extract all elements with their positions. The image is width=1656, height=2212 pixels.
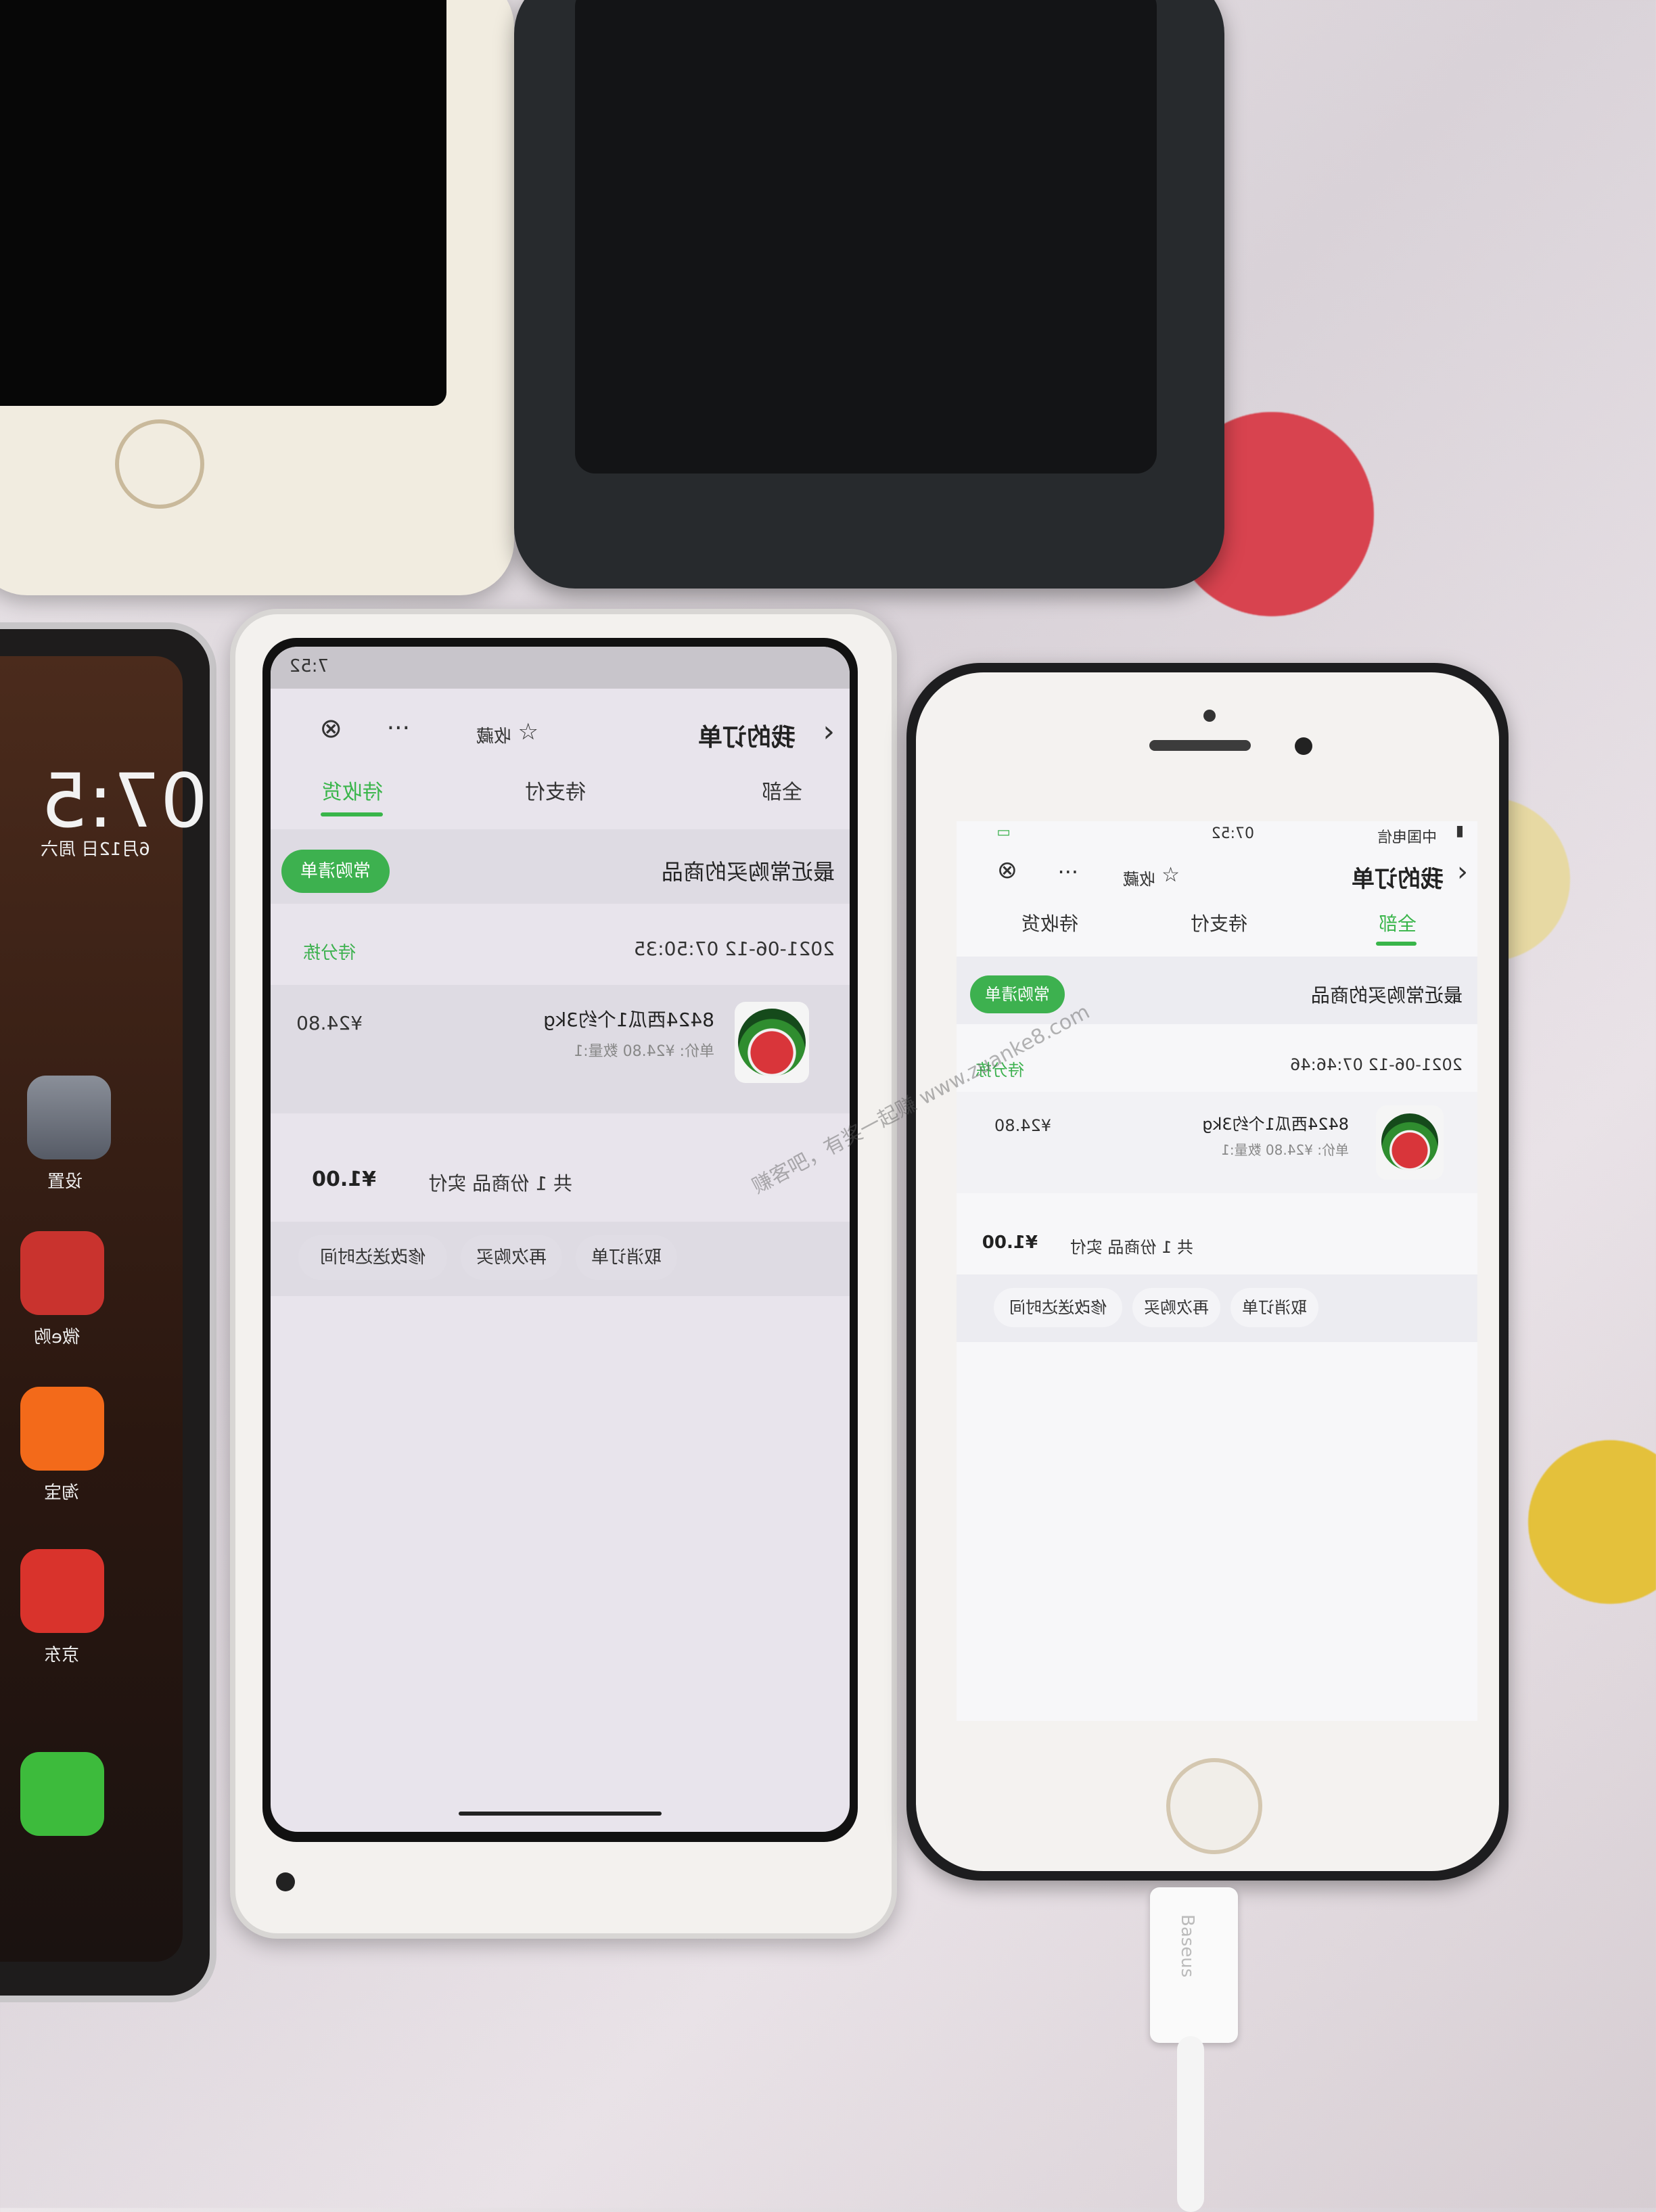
tab-pending-payment[interactable]: 待支付 [1191, 909, 1247, 936]
product-thumbnail[interactable] [735, 1002, 809, 1083]
active-tab-underline [321, 812, 383, 816]
phone-b: 07:52 中国电信 ▮ ▭ ‹ 我的订单 ☆ 收藏 ··· ⊗ 全部 待支付 … [906, 663, 1509, 1881]
paid-amount: ¥1.00 [312, 1168, 376, 1191]
frequent-list-pill[interactable]: 常购清单 [281, 850, 390, 893]
product-name: 8424西瓜1个约3kg [1202, 1115, 1349, 1134]
product-price: ¥24.80 [994, 1116, 1051, 1135]
cable-brand-text: Baseus [1177, 1914, 1197, 1978]
phone-screen-off [0, 0, 446, 406]
home-button[interactable] [1166, 1758, 1262, 1854]
tab-all[interactable]: 全部 [762, 775, 802, 805]
watermelon-image [738, 1009, 806, 1076]
product-meta: 单价: ¥24.80 数量:1 [574, 1043, 714, 1060]
battery-icon: ▭ [996, 824, 1011, 841]
status-time: 07:52 [1211, 825, 1254, 842]
change-delivery-time-button[interactable]: 修改送达时间 [298, 1235, 447, 1280]
order-status: 待分拣 [302, 943, 356, 963]
gesture-bar [459, 1812, 662, 1816]
tab-all[interactable]: 全部 [1379, 909, 1417, 936]
phone-top-left [0, 0, 514, 595]
product-price: ¥24.80 [296, 1012, 363, 1034]
close-circle-icon[interactable]: ⊗ [997, 856, 1017, 884]
phone-b-screen: 07:52 中国电信 ▮ ▭ ‹ 我的订单 ☆ 收藏 ··· ⊗ 全部 待支付 … [957, 821, 1477, 1721]
back-chevron-icon[interactable]: ‹ [1457, 856, 1468, 888]
recent-products-title: 最近常购买的商品 [661, 859, 835, 885]
lock-time: 07:5 [41, 758, 208, 844]
phone-a: 7:52 ‹ 我的订单 ☆ 收藏 ··· ⊗ 全部 待支付 待收货 最近常购买的… [230, 609, 897, 1939]
order-time: 2021-06-12 07:50:35 [633, 938, 835, 960]
front-camera [276, 1872, 295, 1891]
taobao-app-icon[interactable] [20, 1387, 104, 1471]
tab-pending-payment[interactable]: 待支付 [525, 775, 586, 805]
cancel-order-button[interactable]: 取消订单 [576, 1235, 677, 1280]
weibo-label: 微e购 [34, 1327, 80, 1347]
close-circle-icon[interactable]: ⊗ [319, 713, 342, 744]
proximity-sensor [1203, 710, 1216, 722]
order-summary: 共 1 份商品 实付 [1070, 1238, 1193, 1257]
product-thumbnail[interactable] [1376, 1105, 1444, 1180]
star-icon[interactable]: ☆ [518, 718, 538, 745]
usb-cable-wire [1177, 2036, 1204, 2212]
jd-label: 京东 [44, 1645, 80, 1665]
taobao-label: 淘宝 [44, 1483, 80, 1503]
order-page: 07:52 中国电信 ▮ ▭ ‹ 我的订单 ☆ 收藏 ··· ⊗ 全部 待支付 … [957, 821, 1477, 1721]
change-delivery-time-button[interactable]: 修改送达时间 [994, 1288, 1122, 1327]
frequent-list-pill[interactable]: 常购清单 [970, 975, 1065, 1013]
favorite-label[interactable]: 收藏 [1123, 866, 1155, 890]
tab-pending-delivery[interactable]: 待收货 [1021, 909, 1078, 936]
page-title: 我的订单 [697, 724, 796, 752]
phone-b-front: 07:52 中国电信 ▮ ▭ ‹ 我的订单 ☆ 收藏 ··· ⊗ 全部 待支付 … [916, 672, 1499, 1871]
status-time: 7:52 [289, 656, 329, 676]
cancel-order-button[interactable]: 取消订单 [1230, 1288, 1318, 1327]
lock-date: 6月12日 周六 [41, 839, 150, 860]
tab-pending-delivery[interactable]: 待收货 [322, 775, 383, 805]
settings-gear-icon[interactable] [27, 1076, 111, 1159]
order-summary: 共 1 份商品 实付 [428, 1172, 572, 1195]
signal-icon: ▮ [1455, 823, 1464, 839]
watermelon-image [1381, 1113, 1438, 1170]
more-icon[interactable]: ··· [387, 714, 410, 742]
phone-screen-off [575, 0, 1157, 474]
front-camera [1295, 737, 1312, 755]
recent-products-title: 最近常购买的商品 [1310, 984, 1463, 1007]
phone-top-middle [514, 0, 1224, 589]
usb-cable-plug: Baseus [1150, 1887, 1238, 2043]
weibo-app-icon[interactable] [20, 1231, 104, 1315]
product-name: 8424西瓜1个约3kg [543, 1009, 714, 1031]
order-time: 2021-06-12 07:46:46 [1290, 1055, 1463, 1074]
star-icon[interactable]: ☆ [1162, 863, 1180, 887]
paid-amount: ¥1.00 [982, 1232, 1038, 1253]
buy-again-button[interactable]: 再次购买 [461, 1235, 562, 1280]
home-button [115, 419, 204, 509]
jd-app-icon[interactable] [20, 1549, 104, 1633]
settings-label: 设置 [47, 1172, 83, 1192]
favorite-label[interactable]: 收藏 [476, 722, 511, 747]
page-title: 我的订单 [1352, 866, 1444, 893]
wechat-app-icon[interactable] [20, 1752, 104, 1836]
product-meta: 单价: ¥24.80 数量:1 [1221, 1142, 1349, 1158]
more-icon[interactable]: ··· [1057, 859, 1078, 885]
phone-a-screen: 7:52 ‹ 我的订单 ☆ 收藏 ··· ⊗ 全部 待支付 待收货 最近常购买的… [271, 647, 850, 1832]
buy-again-button[interactable]: 再次购买 [1132, 1288, 1220, 1327]
earpiece-speaker [1149, 740, 1251, 751]
order-page: 7:52 ‹ 我的订单 ☆ 收藏 ··· ⊗ 全部 待支付 待收货 最近常购买的… [271, 647, 850, 1832]
back-chevron-icon[interactable]: ‹ [823, 714, 835, 749]
carrier-name: 中国电信 [1377, 829, 1437, 846]
active-tab-underline [1376, 942, 1417, 946]
